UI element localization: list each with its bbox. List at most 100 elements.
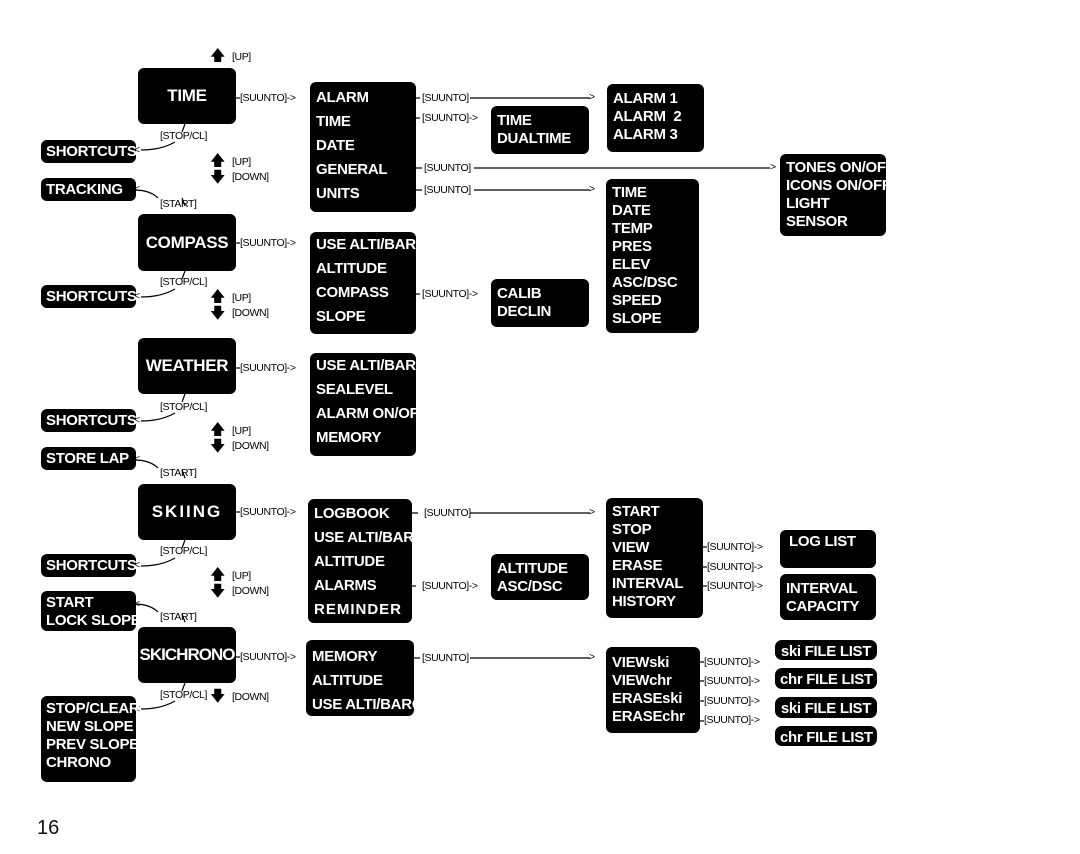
menu-item[interactable]: STOP — [612, 521, 697, 539]
mode-weather[interactable]: WEATHER — [138, 338, 236, 394]
menu-item[interactable]: ERASEski — [612, 690, 694, 708]
key-start: [START] — [160, 611, 197, 623]
ski-file-list-erase[interactable]: ski FILE LIST — [775, 697, 877, 718]
key-start: [START] — [160, 198, 197, 210]
menu-item[interactable]: START — [612, 503, 697, 521]
menu-item[interactable]: ERASEchr — [612, 708, 694, 726]
menu-item[interactable]: USE ALTI/BARO — [316, 354, 427, 378]
menu-item[interactable]: HISTORY — [612, 593, 697, 611]
menu-item[interactable]: ASC/DSC — [612, 274, 693, 292]
key-up: [UP] — [232, 51, 251, 63]
menu-item[interactable]: ALARMS — [314, 574, 406, 598]
menu-item[interactable]: DUALTIME — [497, 130, 583, 148]
menu-item[interactable]: USE ALTI/BARO — [316, 233, 427, 257]
menu-item[interactable]: VIEW — [612, 539, 697, 557]
branch-alarms-skiing: ALTITUDE ASC/DSC — [491, 554, 589, 600]
key-suunto: [SUUNTO] — [424, 184, 471, 196]
mode-label: TIME — [167, 86, 207, 105]
menu-item[interactable]: LOG LIST — [789, 533, 870, 551]
mode-skichrono[interactable]: SKICHRONO — [138, 627, 236, 683]
shortcuts-skiing[interactable]: SHORTCUTS — [41, 554, 137, 577]
box-label: SHORTCUTS — [46, 557, 137, 574]
menu-item[interactable]: COMPASS — [316, 281, 410, 305]
menu-item[interactable]: ALARM 3 — [613, 126, 698, 144]
key-stop-cl: [STOP/CL] — [160, 401, 207, 413]
start-lock-slope-box[interactable]: START LOCK SLOPE — [41, 591, 141, 631]
box-label: SHORTCUTS — [46, 412, 137, 429]
menu-item[interactable]: MEMORY — [316, 426, 410, 450]
menu-item[interactable]: CAPACITY — [786, 598, 870, 616]
box-label: STORE LAP — [46, 450, 129, 467]
key-suunto: [SUUNTO] — [424, 507, 471, 519]
menu-item[interactable]: ALTITUDE — [312, 669, 408, 693]
menu-item[interactable]: ELEV — [612, 256, 693, 274]
menu-item[interactable]: ALARM 2 — [613, 108, 698, 126]
mode-skiing[interactable]: SKIING — [138, 484, 236, 540]
up-arrow-icon: 🡅 — [210, 47, 226, 64]
menu-item[interactable]: ERASE — [612, 557, 697, 575]
tracking-box[interactable]: TRACKING — [41, 178, 136, 201]
mode-compass[interactable]: COMPASS — [138, 214, 236, 271]
menu-item[interactable]: INTERVAL — [786, 580, 870, 598]
key-suunto: [SUUNTO]-> — [422, 112, 478, 124]
skichrono-stop-options[interactable]: STOP/CLEAR NEW SLOPE PREV SLOPE CHRONO — [41, 696, 140, 782]
arrow-head: > — [589, 183, 595, 195]
menu-item[interactable]: DATE — [316, 134, 410, 158]
menu-item[interactable]: ICONS ON/OFF — [786, 177, 891, 195]
branch-interval-capacity: INTERVAL CAPACITY — [780, 574, 876, 620]
menu-item[interactable]: PRES — [612, 238, 693, 256]
menu-item[interactable]: USE ALTI/BARO — [312, 693, 423, 717]
box-label: PREV SLOPE — [46, 736, 139, 753]
menu-item[interactable]: SLOPE — [316, 305, 410, 329]
menu-item[interactable]: MEMORY — [312, 645, 408, 669]
chr-file-list-erase[interactable]: chr FILE LIST — [775, 726, 877, 746]
menu-item[interactable]: ALARM 1 — [613, 90, 698, 108]
menu-item[interactable]: TIME — [497, 112, 583, 130]
key-up: [UP] — [232, 156, 251, 168]
menu-item[interactable]: ALTITUDE — [316, 257, 410, 281]
key-up: [UP] — [232, 292, 251, 304]
branch-units: TIME DATE TEMP PRES ELEV ASC/DSC SPEED S… — [606, 179, 699, 333]
menu-item[interactable]: LOGBOOK — [314, 502, 406, 526]
branch-logbook: START STOP VIEW ERASE INTERVAL HISTORY — [606, 498, 703, 618]
menu-item[interactable]: ASC/DSC — [497, 578, 583, 596]
menu-item[interactable]: VIEWski — [612, 654, 694, 672]
menu-item[interactable]: INTERVAL — [612, 575, 697, 593]
menu-item[interactable]: SLOPE — [612, 310, 693, 328]
box-label: chr FILE LIST — [780, 671, 873, 688]
curve-weather-shortcuts — [140, 412, 176, 422]
menu-item[interactable]: ALARM ON/OFF — [316, 402, 428, 426]
shortcuts-time[interactable]: SHORTCUTS — [41, 140, 137, 163]
key-stop-cl: [STOP/CL] — [160, 276, 207, 288]
menu-item[interactable]: ALARM — [316, 86, 410, 110]
menu-item[interactable]: TIME — [316, 110, 410, 134]
menu-item[interactable]: ALTITUDE — [314, 550, 406, 574]
menu-item[interactable]: REMINDER — [314, 598, 406, 622]
menu-item[interactable]: DATE — [612, 202, 693, 220]
box-label: SHORTCUTS — [46, 143, 137, 160]
menu-item[interactable]: UNITS — [316, 182, 410, 206]
mode-time[interactable]: TIME — [138, 68, 236, 124]
menu-item[interactable]: TIME — [612, 184, 693, 202]
curve-compass-shortcuts — [140, 288, 176, 298]
ski-file-list-view[interactable]: ski FILE LIST — [775, 640, 877, 660]
menu-item[interactable]: SPEED — [612, 292, 693, 310]
menu-item[interactable]: TONES ON/OFF — [786, 159, 895, 177]
menu-item[interactable]: USE ALTI/BARO — [314, 526, 425, 550]
menu-item[interactable]: ALTITUDE — [497, 560, 583, 578]
menu-item[interactable]: CALIB — [497, 285, 583, 303]
menu-item[interactable]: TEMP — [612, 220, 693, 238]
shortcuts-weather[interactable]: SHORTCUTS — [41, 409, 137, 432]
menu-item[interactable]: SEALEVEL — [316, 378, 410, 402]
shortcuts-compass[interactable]: SHORTCUTS — [41, 285, 137, 308]
branch-general: TONES ON/OFF ICONS ON/OFF LIGHT SENSOR — [780, 154, 895, 236]
store-lap-box[interactable]: STORE LAP — [41, 447, 136, 470]
menu-item[interactable]: GENERAL — [316, 158, 410, 182]
menu-item[interactable]: DECLIN — [497, 303, 583, 321]
chr-file-list-view[interactable]: chr FILE LIST — [775, 668, 877, 689]
menu-item[interactable]: SENSOR — [786, 213, 880, 231]
down-arrow-icon: 🡇 — [210, 305, 226, 322]
menu-item[interactable]: LIGHT — [786, 195, 880, 213]
menu-item[interactable]: VIEWchr — [612, 672, 694, 690]
key-suunto: [SUUNTO]-> — [422, 288, 478, 300]
